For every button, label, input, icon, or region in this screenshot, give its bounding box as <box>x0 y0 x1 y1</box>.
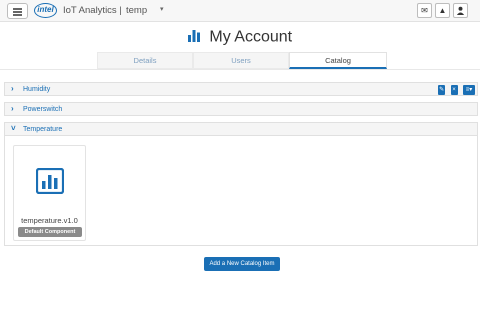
group-label: Temperature <box>23 125 63 133</box>
chevron-right-icon: › <box>11 104 14 113</box>
chevron-down-icon[interactable]: ▾ <box>160 5 164 13</box>
tab-details[interactable]: Details <box>97 52 193 69</box>
tab-users[interactable]: Users <box>193 52 289 69</box>
more-menu-icon[interactable]: ≡▾ <box>463 84 475 95</box>
delete-icon[interactable]: × <box>450 84 458 95</box>
catalog-group-temperature[interactable]: ˅ Temperature <box>4 122 478 136</box>
bar-chart-icon <box>187 28 202 47</box>
edit-icon[interactable]: ✎ <box>438 84 446 95</box>
catalog-item-card[interactable]: temperature.v1.0 Default Component <box>13 145 86 241</box>
intel-logo: intel <box>34 3 57 18</box>
page-header: My Account <box>0 28 480 47</box>
status-badge: Default Component <box>18 227 82 237</box>
user-icon[interactable] <box>453 3 468 18</box>
catalog-group-humidity[interactable]: › Humidity ✎ × ≡▾ <box>4 82 478 96</box>
chevron-down-icon: ˅ <box>11 124 16 133</box>
top-navbar: intel IoT Analytics | temp ▾ ✉ ▲ <box>0 0 480 22</box>
chart-icon <box>35 167 65 199</box>
mail-icon[interactable]: ✉ <box>417 3 432 18</box>
group-label: Humidity <box>23 85 51 93</box>
account-selector[interactable]: temp <box>126 5 147 16</box>
catalog-items-panel: temperature.v1.0 Default Component <box>4 136 478 246</box>
group-actions: ✎ × ≡▾ <box>437 84 475 95</box>
page-title: My Account <box>209 28 293 46</box>
catalog-item-name: temperature.v1.0 <box>21 216 78 225</box>
tab-catalog[interactable]: Catalog <box>289 52 387 69</box>
group-label: Powerswitch <box>23 105 63 113</box>
account-tabs: Details Users Catalog <box>97 52 389 69</box>
app-title: IoT Analytics | <box>63 5 122 16</box>
tabs-divider <box>0 69 480 70</box>
add-catalog-item-button[interactable]: Add a New Catalog Item <box>204 257 280 271</box>
menu-icon[interactable] <box>7 3 28 19</box>
chevron-right-icon: › <box>11 84 14 93</box>
catalog-group-powerswitch[interactable]: › Powerswitch <box>4 102 478 116</box>
bell-icon[interactable]: ▲ <box>435 3 450 18</box>
